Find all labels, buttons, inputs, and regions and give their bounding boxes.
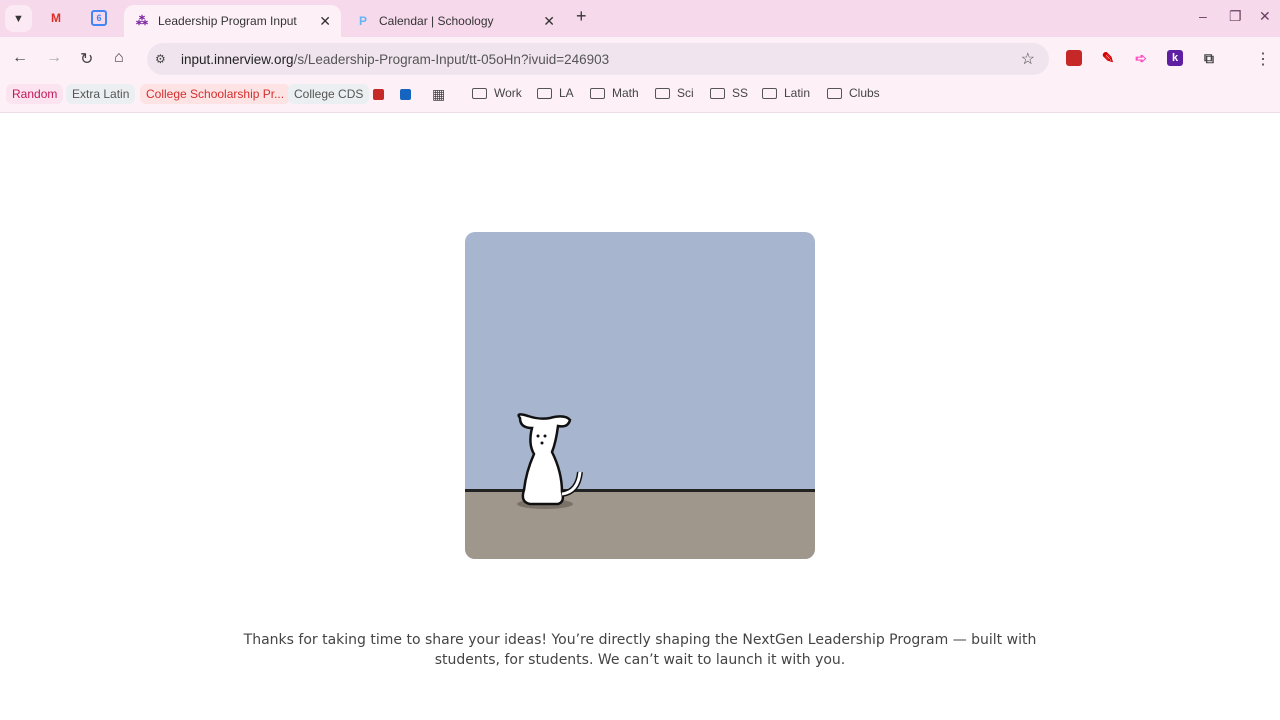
folder-label: SS (732, 86, 749, 100)
restore-button[interactable]: ❐ (1229, 8, 1242, 25)
schoology-icon: P (358, 14, 367, 28)
gmail-icon: M (51, 11, 61, 25)
folder-icon (762, 87, 777, 99)
folder-la[interactable]: LA (537, 86, 574, 100)
dog-illustration (465, 232, 815, 559)
url-domain: input.innerview.org (181, 51, 294, 67)
bookmark-star-icon[interactable]: ☆ (1021, 49, 1035, 69)
toolbar: ← → ↻ ⌂ ⚙ input.innerview.org/s/Leadersh… (0, 37, 1280, 81)
arrow-extension-icon[interactable]: ➪ (1133, 50, 1149, 66)
tab-title: Leadership Program Input (158, 14, 297, 28)
tab-strip: ▼ M 6 ⁂ Leadership Program Input ✕ P Cal… (0, 0, 1280, 37)
dictionary-extension-icon[interactable] (1066, 50, 1082, 66)
folder-label: Clubs (849, 86, 880, 100)
folder-label: LA (559, 86, 574, 100)
extensions-puzzle-icon[interactable]: ⧉ (1201, 50, 1217, 66)
bookmark-extra-latin[interactable]: Extra Latin (66, 84, 136, 104)
close-tab-icon[interactable]: ✕ (319, 13, 331, 30)
minimize-button[interactable]: – (1199, 8, 1207, 24)
home-button[interactable]: ⌂ (114, 49, 124, 67)
thank-you-message: Thanks for taking time to share your ide… (243, 632, 1037, 668)
site-info-icon[interactable]: ⚙ (155, 52, 175, 66)
dog-icon (517, 413, 583, 509)
menu-kebab-icon[interactable]: ⋮ (1255, 49, 1271, 69)
back-button[interactable]: ← (12, 49, 28, 67)
innerview-icon: ⁂ (136, 14, 148, 28)
blue-square-icon (399, 88, 411, 100)
folder-icon (472, 87, 487, 99)
calendar-icon: 6 (96, 13, 102, 23)
bookmark-random[interactable]: Random (6, 84, 64, 104)
chevron-down-icon: ▼ (13, 12, 24, 25)
url-path: /s/Leadership-Program-Input/tt-05oHn?ivu… (293, 51, 610, 67)
reload-button[interactable]: ↻ (80, 49, 93, 69)
folder-ss[interactable]: SS (710, 86, 748, 100)
folder-clubs[interactable]: Clubs (827, 86, 880, 100)
k-extension-icon[interactable]: k (1167, 50, 1183, 66)
folder-latin[interactable]: Latin (762, 86, 810, 100)
folder-sci[interactable]: Sci (655, 86, 694, 100)
folder-icon (590, 87, 605, 99)
close-tab-icon[interactable]: ✕ (543, 13, 555, 30)
folder-icon (537, 87, 552, 99)
tab-search-button[interactable]: ▼ (5, 5, 32, 32)
bookmark-red[interactable] (370, 84, 386, 104)
folder-label: Latin (784, 86, 811, 100)
forward-button[interactable]: → (46, 49, 62, 67)
bookmarks-bar: Random Extra Latin College Schoolarship … (0, 81, 1280, 113)
folder-math[interactable]: Math (590, 86, 639, 100)
folder-work[interactable]: Work (472, 86, 522, 100)
pinned-tab-gmail[interactable]: M (48, 10, 64, 26)
pinned-tab-calendar[interactable]: 6 (91, 10, 107, 26)
bookmark-blue[interactable] (397, 84, 413, 104)
address-bar[interactable]: ⚙ input.innerview.org/s/Leadership-Progr… (147, 43, 1049, 75)
folder-label: Work (494, 86, 522, 100)
bookmark-college-scholarship[interactable]: College Schoolarship Pr... (140, 84, 291, 104)
folder-label: Math (612, 86, 639, 100)
tab-schoology-calendar[interactable]: P Calendar | Schoology ✕ (345, 5, 565, 37)
folder-icon (710, 87, 725, 99)
red-square-icon (372, 88, 384, 100)
new-tab-button[interactable]: + (576, 6, 587, 27)
tab-title: Calendar | Schoology (379, 14, 494, 28)
folder-icon (655, 87, 670, 99)
apps-grid-icon[interactable]: ▦ (426, 84, 451, 104)
bookmark-college-cds[interactable]: College CDS (288, 84, 370, 104)
pen-extension-icon[interactable]: ✎ (1100, 50, 1116, 67)
close-window-button[interactable]: ✕ (1259, 8, 1271, 25)
folder-icon (827, 87, 842, 99)
folder-label: Sci (677, 86, 694, 100)
tab-leadership-program[interactable]: ⁂ Leadership Program Input ✕ (124, 5, 341, 37)
